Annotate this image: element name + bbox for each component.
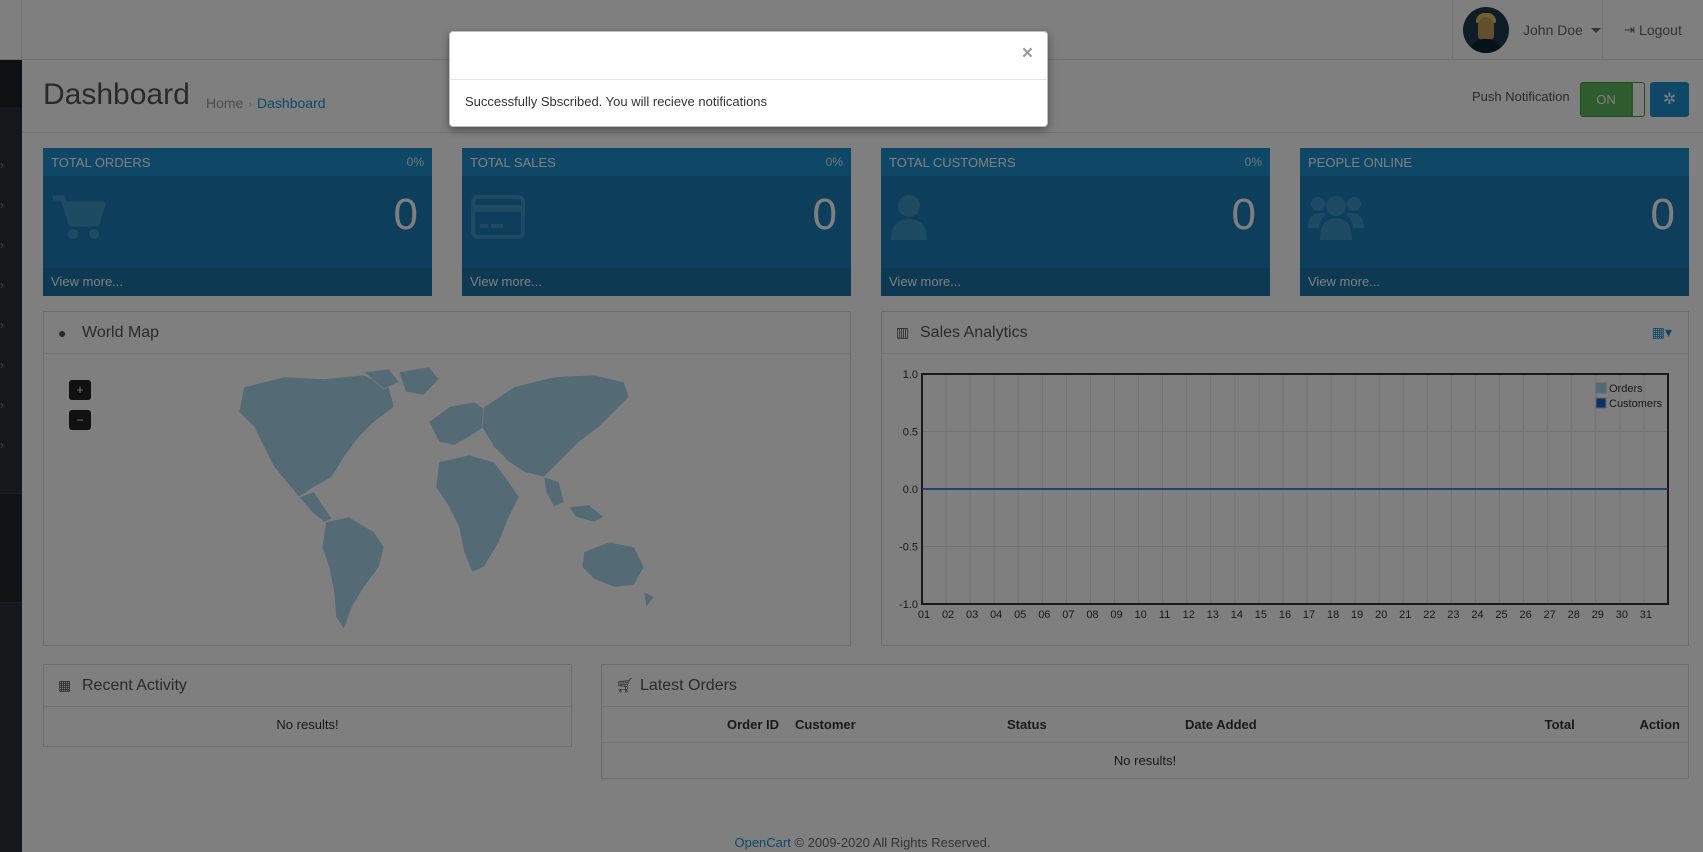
modal-message: Successfully Sbscribed. You will recieve… (465, 94, 768, 109)
modal-header: × (450, 32, 1047, 80)
notification-modal: × Successfully Sbscribed. You will recie… (449, 31, 1048, 127)
close-icon[interactable]: × (1022, 44, 1033, 63)
modal-backdrop[interactable] (0, 0, 1703, 852)
